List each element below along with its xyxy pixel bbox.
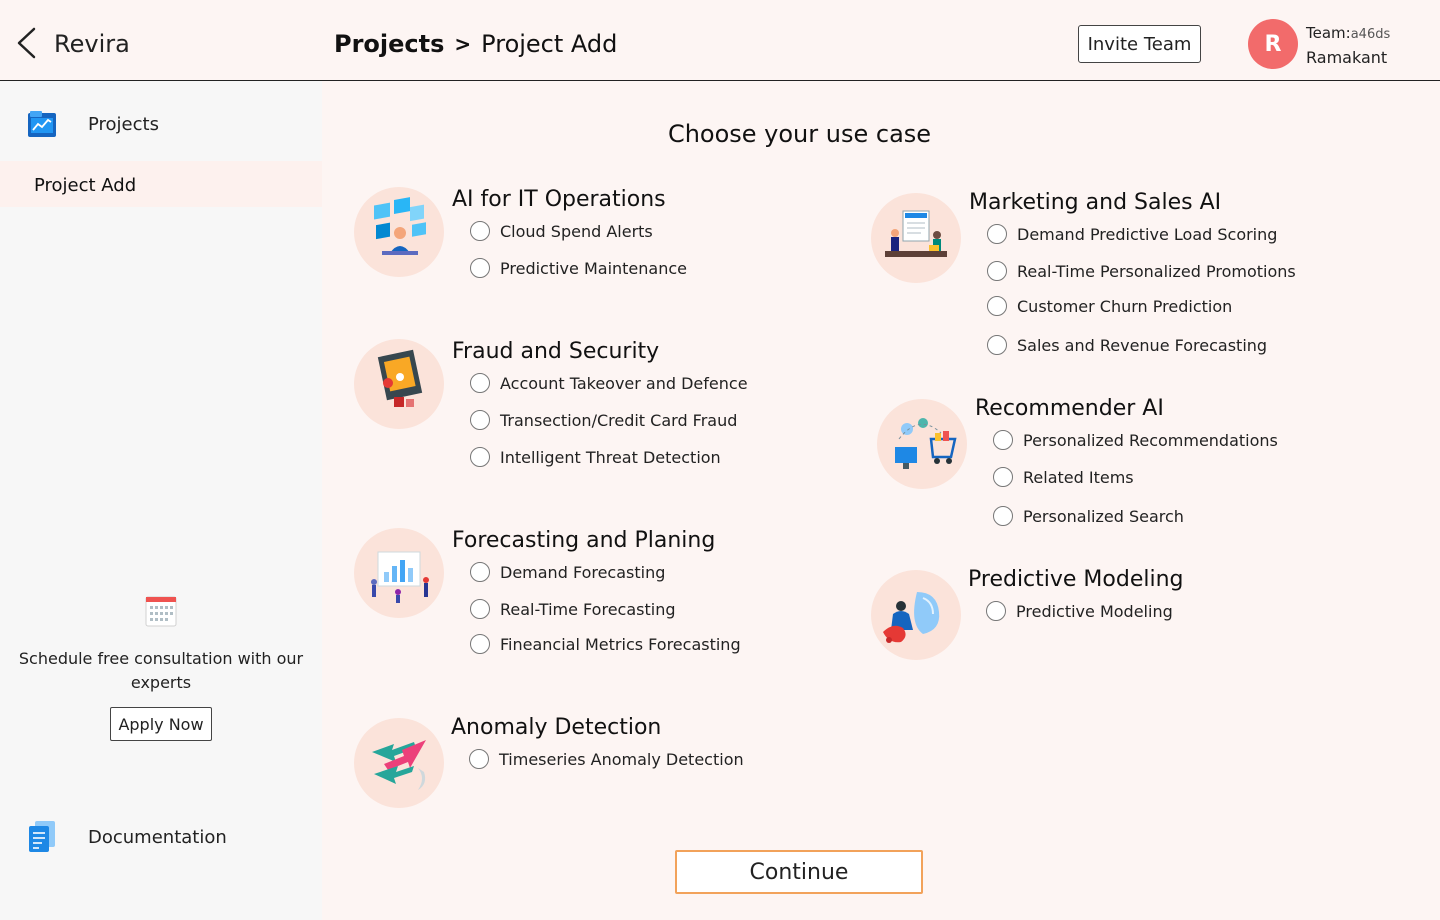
usecase-group-forecasting-planing: Forecasting and Planing Demand Forecasti…	[354, 528, 794, 668]
option-label: Demand Forecasting	[500, 562, 666, 582]
radio-button[interactable]	[470, 599, 490, 619]
option-sales-revenue-forecasting[interactable]: Sales and Revenue Forecasting	[987, 335, 1267, 355]
option-customer-churn-prediction[interactable]: Customer Churn Prediction	[987, 296, 1232, 316]
radio-button[interactable]	[470, 258, 490, 278]
top-header: Revira Projects > Project Add Invite Tea…	[0, 0, 1440, 81]
option-label: Fineancial Metrics Forecasting	[500, 634, 741, 654]
apply-now-button[interactable]: Apply Now	[110, 707, 212, 741]
consultation-text: Schedule free consultation with our expe…	[18, 649, 304, 692]
breadcrumb-projects-link[interactable]: Projects	[334, 30, 444, 58]
sidebar-item-projects-label: Projects	[88, 114, 159, 135]
breadcrumb-current: Project Add	[481, 30, 618, 58]
option-label: Predictive Maintenance	[500, 258, 687, 278]
option-predictive-maintenance[interactable]: Predictive Maintenance	[470, 258, 687, 278]
calendar-icon	[145, 596, 177, 627]
usecase-group-predictive-modeling: Predictive Modeling Predictive Modeling	[871, 567, 1331, 667]
usecase-group-title: Predictive Modeling	[968, 567, 1184, 592]
sidebar-item-projects[interactable]: Projects	[0, 101, 322, 149]
radio-button[interactable]	[470, 562, 490, 582]
option-label: Real-Time Personalized Promotions	[1017, 261, 1296, 281]
option-cloud-spend-alerts[interactable]: Cloud Spend Alerts	[470, 221, 653, 241]
sidebar-item-project-add-label: Project Add	[34, 175, 137, 196]
radio-button[interactable]	[993, 430, 1013, 450]
radio-button[interactable]	[986, 601, 1006, 621]
radio-button[interactable]	[987, 296, 1007, 316]
usecase-group-title: Fraud and Security	[452, 339, 660, 364]
invite-team-button[interactable]: Invite Team	[1078, 25, 1201, 63]
option-label: Timeseries Anomaly Detection	[499, 749, 744, 769]
sidebar-item-documentation[interactable]: Documentation	[0, 815, 322, 859]
option-label: Transection/Credit Card Fraud	[500, 410, 738, 430]
usecase-group-anomaly-detection: Anomaly Detection Timeseries Anomaly Det…	[354, 715, 794, 815]
back-arrow-icon[interactable]	[14, 26, 40, 60]
option-personalized-search[interactable]: Personalized Search	[993, 506, 1184, 526]
avatar[interactable]: R	[1248, 19, 1298, 69]
continue-button[interactable]: Continue	[675, 850, 923, 894]
option-label: Real-Time Forecasting	[500, 599, 676, 619]
option-timeseries-anomaly-detection[interactable]: Timeseries Anomaly Detection	[469, 749, 744, 769]
forecasting-illustration	[354, 528, 444, 618]
option-label: Sales and Revenue Forecasting	[1017, 335, 1268, 355]
usecase-group-title: Forecasting and Planing	[452, 528, 716, 553]
radio-button[interactable]	[993, 506, 1013, 526]
it-operations-illustration	[354, 187, 444, 277]
usecase-group-fraud-security: Fraud and Security Account Takeover and …	[354, 339, 794, 479]
option-predictive-modeling[interactable]: Predictive Modeling	[986, 601, 1173, 621]
user-name: Ramakant	[1306, 48, 1388, 67]
option-real-time-forecasting[interactable]: Real-Time Forecasting	[470, 599, 675, 619]
team-id: a46ds	[1350, 27, 1391, 42]
sidebar-item-project-add[interactable]: Project Add	[0, 161, 322, 207]
option-label: Customer Churn Prediction	[1017, 296, 1233, 316]
option-demand-predictive-load-scoring[interactable]: Demand Predictive Load Scoring	[987, 224, 1277, 244]
page-title: Choose your use case	[667, 120, 932, 148]
usecase-group-ai-it-operations: AI for IT Operations Cloud Spend Alerts …	[354, 187, 794, 297]
radio-button[interactable]	[987, 335, 1007, 355]
radio-button[interactable]	[470, 221, 490, 241]
documentation-icon	[29, 821, 55, 852]
option-personalized-recommendations[interactable]: Personalized Recommendations	[993, 430, 1278, 450]
radio-button[interactable]	[470, 634, 490, 654]
radio-button[interactable]	[470, 410, 490, 430]
marketing-sales-illustration	[871, 193, 961, 283]
predictive-modeling-illustration	[871, 570, 961, 660]
option-label: Cloud Spend Alerts	[500, 221, 653, 241]
radio-button[interactable]	[993, 467, 1013, 487]
sidebar-item-documentation-label: Documentation	[88, 827, 227, 848]
usecase-group-title: Recommender AI	[975, 396, 1164, 421]
option-label: Intelligent Threat Detection	[500, 447, 721, 467]
radio-button[interactable]	[469, 749, 489, 769]
radio-button[interactable]	[987, 261, 1007, 281]
app-name: Revira	[54, 30, 130, 58]
option-personalized-promotions[interactable]: Real-Time Personalized Promotions	[987, 261, 1296, 281]
option-label: Account Takeover and Defence	[500, 373, 748, 393]
team-prefix: Team:	[1306, 24, 1351, 42]
breadcrumb: Projects > Project Add	[334, 30, 617, 58]
option-demand-forecasting[interactable]: Demand Forecasting	[470, 562, 665, 582]
usecase-group-title: Anomaly Detection	[451, 715, 662, 740]
anomaly-detection-illustration	[354, 718, 444, 808]
radio-button[interactable]	[987, 224, 1007, 244]
fraud-security-illustration	[354, 339, 444, 429]
radio-button[interactable]	[470, 373, 490, 393]
usecase-group-marketing-sales: Marketing and Sales AI Demand Predictive…	[871, 190, 1331, 360]
option-label: Personalized Recommendations	[1023, 430, 1278, 450]
option-related-items[interactable]: Related Items	[993, 467, 1134, 487]
projects-chart-icon	[28, 111, 56, 137]
sidebar: Projects Project Add Schedule free consu…	[0, 81, 322, 920]
option-credit-card-fraud[interactable]: Transection/Credit Card Fraud	[470, 410, 737, 430]
usecase-group-title: Marketing and Sales AI	[969, 190, 1222, 215]
option-label: Predictive Modeling	[1016, 601, 1173, 621]
recommender-illustration	[877, 399, 967, 489]
option-financial-metrics-forecasting[interactable]: Fineancial Metrics Forecasting	[470, 634, 741, 654]
option-label: Personalized Search	[1023, 506, 1184, 526]
option-label: Related Items	[1023, 467, 1134, 487]
usecase-group-title: AI for IT Operations	[452, 187, 666, 212]
team-label: Team:a46ds	[1306, 24, 1390, 42]
breadcrumb-separator: >	[454, 32, 472, 56]
option-threat-detection[interactable]: Intelligent Threat Detection	[470, 447, 721, 467]
usecase-group-recommender-ai: Recommender AI Personalized Recommendati…	[877, 396, 1337, 536]
option-account-takeover[interactable]: Account Takeover and Defence	[470, 373, 748, 393]
option-label: Demand Predictive Load Scoring	[1017, 224, 1278, 244]
radio-button[interactable]	[470, 447, 490, 467]
